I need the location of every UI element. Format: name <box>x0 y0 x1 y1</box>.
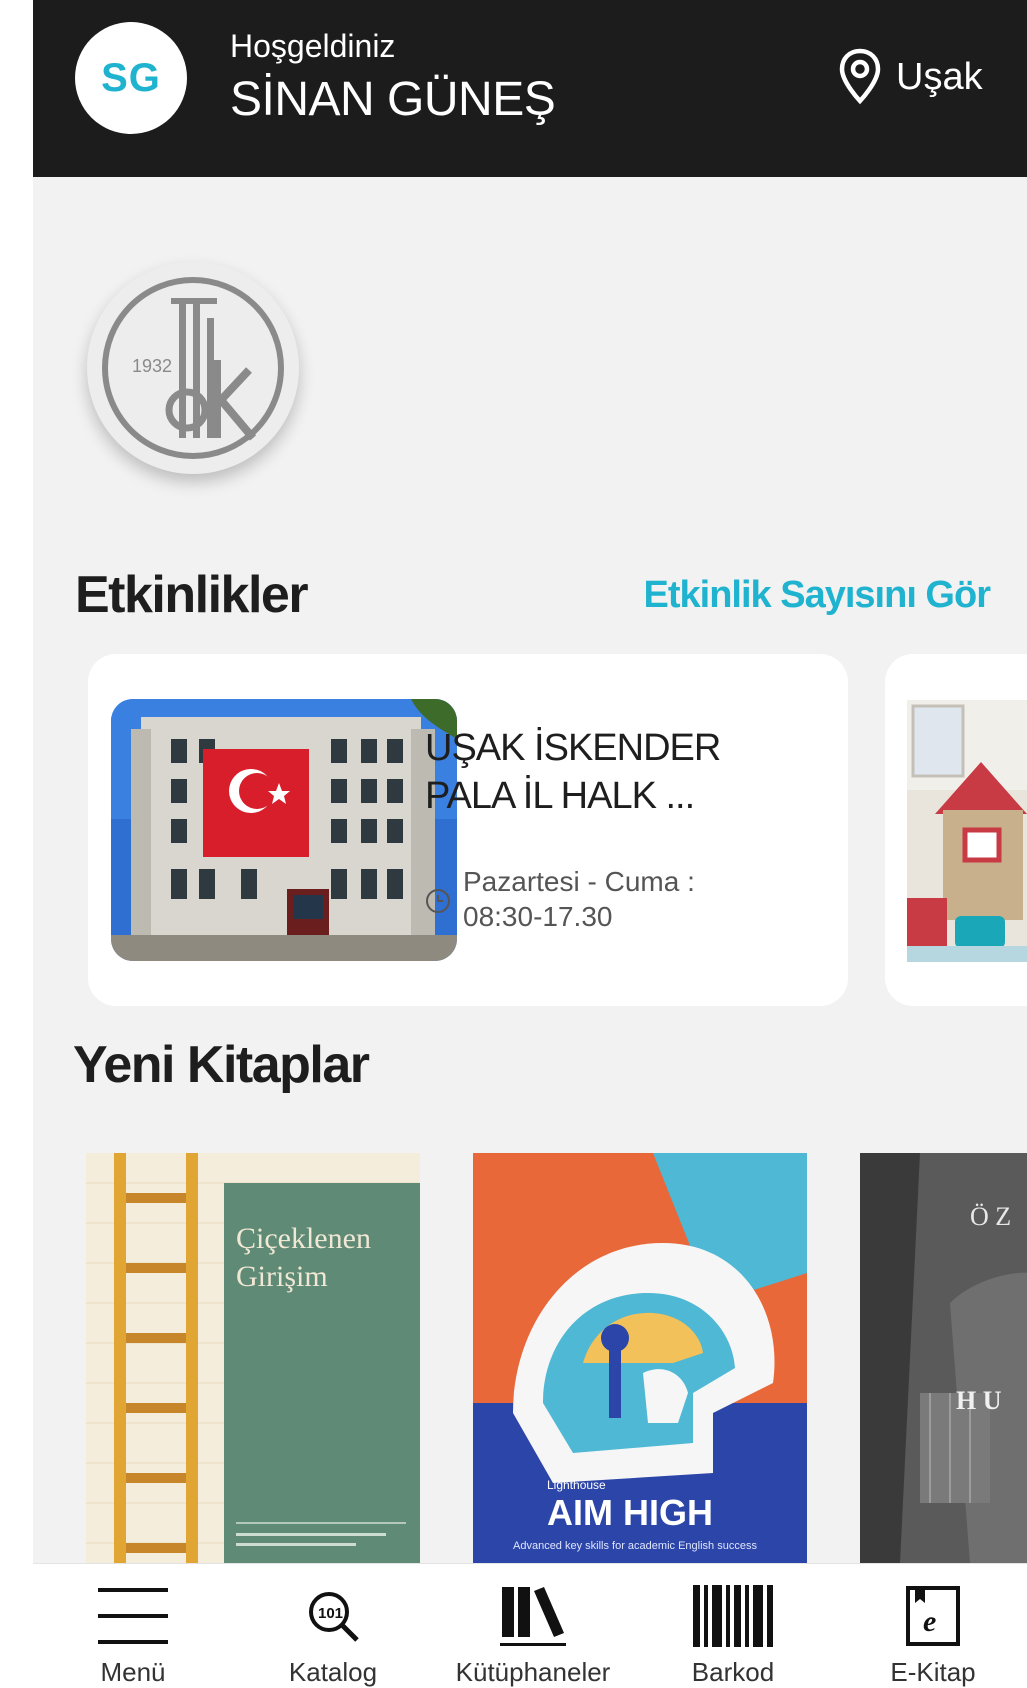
svg-text:Girişim: Girişim <box>236 1260 328 1293</box>
new-books-section-title: Yeni Kitaplar <box>73 1036 370 1094</box>
nav-menu-label: Menü <box>100 1657 166 1687</box>
institution-logo[interactable]: 1932 <box>87 262 299 474</box>
menu-icon <box>98 1588 168 1644</box>
ebook-icon: e <box>906 1586 960 1646</box>
svg-text:Ö Z: Ö Z <box>970 1202 1011 1231</box>
svg-text:Advanced key skills for academ: Advanced key skills for academic English… <box>513 1540 757 1552</box>
nav-libraries[interactable]: Kütüphaneler <box>443 1564 623 1688</box>
book-cover-partial[interactable]: Ö Z H U <box>860 1153 1027 1563</box>
clock-icon <box>426 889 450 913</box>
event-hours-days: Pazartesi - Cuma : <box>463 866 695 897</box>
location-label: Uşak <box>896 55 983 98</box>
avatar[interactable]: SG <box>75 22 187 134</box>
app-screen: SG Hoşgeldiniz SİNAN GÜNEŞ Uşak 1932 Etk… <box>33 0 1027 1688</box>
book-cover[interactable]: Çiçeklenen Girişim <box>86 1153 420 1563</box>
catalog-search-icon: 101 <box>309 1592 359 1642</box>
event-card[interactable] <box>88 654 848 1006</box>
nav-barcode-label: Barkod <box>691 1657 775 1687</box>
nav-ebook[interactable]: e E-Kitap <box>843 1564 1023 1688</box>
event-image-partial <box>907 700 1027 962</box>
nav-barcode[interactable]: Barkod <box>643 1564 823 1688</box>
barcode-icon <box>693 1585 773 1647</box>
nav-catalog-label: Katalog <box>288 1657 378 1687</box>
svg-text:101: 101 <box>318 1605 343 1622</box>
events-count-link[interactable]: Etkinlik Sayısını Gör <box>644 574 991 617</box>
location-selector[interactable]: Uşak <box>838 48 983 106</box>
nav-catalog[interactable]: 101 Katalog <box>243 1564 423 1688</box>
nav-libraries-label: Kütüphaneler <box>455 1657 611 1687</box>
header: SG Hoşgeldiniz SİNAN GÜNEŞ Uşak <box>33 0 1027 177</box>
bottom-navigation: Menü 101 Katalog Kütüphaneler Barkod e E… <box>33 1563 1027 1688</box>
greeting-text: Hoşgeldiniz <box>230 28 396 64</box>
svg-text:H U: H U <box>956 1386 1002 1415</box>
nav-ebook-label: E-Kitap <box>890 1657 976 1687</box>
svg-text:Lighthouse: Lighthouse <box>547 1478 606 1492</box>
svg-text:Çiçeklenen: Çiçeklenen <box>236 1222 371 1255</box>
event-hours: Pazartesi - Cuma : 08:30-17.30 <box>425 864 695 934</box>
location-pin-icon <box>839 48 881 105</box>
events-section-title: Etkinlikler <box>75 566 309 624</box>
svg-text:1932: 1932 <box>132 356 172 376</box>
user-name: SİNAN GÜNEŞ <box>230 73 556 126</box>
event-hours-time: 08:30-17.30 <box>463 901 613 932</box>
tdk-logo-icon: 1932 <box>102 277 284 459</box>
nav-menu[interactable]: Menü <box>43 1564 223 1688</box>
event-card-partial[interactable] <box>885 654 1027 1006</box>
svg-text:e: e <box>923 1605 936 1638</box>
event-image <box>111 699 457 961</box>
libraries-icon <box>500 1587 566 1646</box>
avatar-initials: SG <box>101 55 161 100</box>
svg-text:AIM HIGH: AIM HIGH <box>547 1492 713 1533</box>
event-title: UŞAK İSKENDER PALA İL HALK ... <box>425 727 721 817</box>
book-cover[interactable]: Lighthouse AIM HIGH Advanced key skills … <box>473 1153 807 1563</box>
